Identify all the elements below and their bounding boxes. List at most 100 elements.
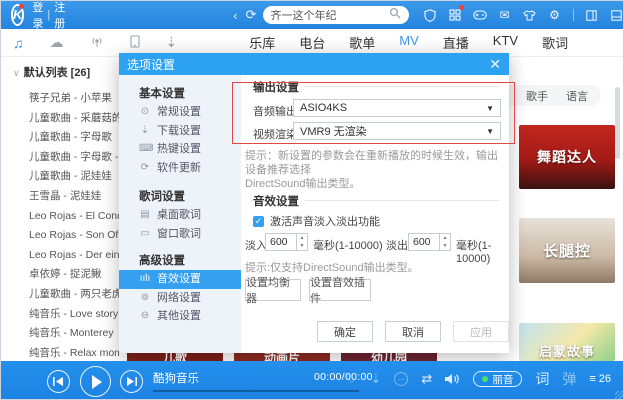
nav-software-update[interactable]: ⟳软件更新: [119, 159, 241, 178]
more-options-icon[interactable]: ⋯: [394, 372, 408, 386]
fade-in-stepper[interactable]: ▲▼: [265, 233, 308, 251]
stepper-arrows[interactable]: ▲▼: [296, 234, 307, 250]
search-icon[interactable]: [389, 6, 401, 24]
tab-radio[interactable]: 电台: [299, 33, 325, 52]
download-song-icon[interactable]: ⇣: [371, 371, 382, 387]
kugou-logo[interactable]: K: [11, 4, 24, 26]
back-icon[interactable]: ‹: [233, 8, 237, 23]
playlist-song[interactable]: 王雪晶 - 泥娃娃: [1, 187, 119, 207]
tab-lyrics[interactable]: 歌词: [542, 33, 568, 52]
tab-live[interactable]: 直播: [443, 33, 469, 52]
refresh-icon[interactable]: ⟳: [246, 7, 257, 23]
play-mode-icon[interactable]: ⇄: [421, 371, 432, 387]
nav-desktop-lyric[interactable]: ▤桌面歌词: [119, 206, 241, 225]
search-box[interactable]: [263, 6, 409, 24]
stepper-arrows[interactable]: ▲▼: [439, 234, 450, 250]
playlist-song[interactable]: Leo Rojas - El Condor Pasa: [1, 207, 119, 227]
playlist-song[interactable]: Leo Rojas - Der einsame ...: [1, 246, 119, 266]
local-music-icon[interactable]: ♫: [13, 35, 24, 51]
mv-thumbnail[interactable]: 儿歌: [127, 353, 223, 361]
audio-output-dropdown[interactable]: ASIO4KS ▼: [293, 99, 501, 117]
skin-shirt-icon[interactable]: [523, 8, 537, 22]
playlist-song[interactable]: 筷子兄弟 - 小苹果: [1, 89, 119, 109]
dialog-close-icon[interactable]: ✕: [489, 57, 501, 71]
fade-checkbox-row[interactable]: ✓ 激活声音淡入淡出功能: [253, 213, 380, 229]
device-icon[interactable]: [130, 35, 140, 51]
tab-music-library[interactable]: 乐库: [249, 33, 275, 52]
previous-track-button[interactable]: [47, 370, 70, 393]
logo-letter: K: [13, 7, 22, 22]
playlist-header[interactable]: ∨默认列表 [26]: [1, 63, 119, 83]
lyrics-toggle-button[interactable]: 词: [535, 369, 549, 389]
stepper-up-icon[interactable]: ▲: [297, 234, 307, 242]
resize-grip[interactable]: [615, 391, 623, 399]
apps-grid-icon[interactable]: [448, 8, 462, 22]
nav-network-settings[interactable]: ⊚网络设置: [119, 289, 241, 308]
mv-filter-singer[interactable]: 歌手: [526, 88, 548, 104]
current-track-title[interactable]: 酷狗音乐: [153, 370, 199, 386]
playlist-song[interactable]: 纯音乐 - Relax moments: [1, 344, 119, 361]
play-queue-button[interactable]: ≡ 26: [589, 373, 611, 385]
settings-gear-icon[interactable]: ⚙: [548, 8, 562, 22]
nav-hotkey-settings[interactable]: ⌨热键设置: [119, 140, 241, 159]
titlebar: K 登录 | 注册 ‹ ⟳: [1, 1, 624, 29]
message-icon[interactable]: ✉: [498, 8, 512, 22]
nav-sound-settings[interactable]: ıılı音效设置: [119, 270, 241, 289]
equalizer-button[interactable]: 设置均衡器: [245, 279, 301, 301]
tab-mv[interactable]: MV: [399, 33, 419, 52]
nav-window-lyric[interactable]: ▭窗口歌词: [119, 225, 241, 244]
mv-thumbnail[interactable]: 舞蹈达人: [519, 125, 615, 189]
mv-filter-language[interactable]: 语言: [566, 88, 588, 104]
stepper-down-icon[interactable]: ▼: [440, 242, 450, 250]
radio-icon[interactable]: [90, 35, 104, 51]
playlist-song[interactable]: 儿童歌曲 - 两只老虎: [1, 285, 119, 305]
playlist-song[interactable]: Leo Rojas - Son Of Ecuad...: [1, 226, 119, 246]
fade-out-stepper[interactable]: ▲▼: [408, 233, 451, 251]
stepper-up-icon[interactable]: ▲: [440, 234, 450, 242]
dock-panel-icon[interactable]: [585, 8, 599, 22]
nav-download-settings[interactable]: ⇣下载设置: [119, 122, 241, 141]
mini-mode-icon[interactable]: [610, 8, 624, 22]
search-input[interactable]: [271, 9, 389, 21]
playlist-song[interactable]: 儿童歌曲 - 采蘑菇的小姑娘: [1, 109, 119, 129]
mv-thumbnail[interactable]: 长腿控: [519, 218, 615, 283]
nav-other-settings[interactable]: ⊖其他设置: [119, 307, 241, 326]
playlist-song[interactable]: 纯音乐 - Love story: [1, 305, 119, 325]
cancel-button[interactable]: 取消: [385, 321, 441, 342]
cloud-icon[interactable]: ☁: [50, 34, 64, 51]
mv-thumbnail[interactable]: 动画片: [234, 353, 330, 361]
playlist-song[interactable]: 纯音乐 - Monterey: [1, 324, 119, 344]
apply-button[interactable]: 应用: [453, 321, 509, 342]
favorite-heart-icon[interactable]: ♡: [346, 371, 358, 387]
scrollbar-thumb[interactable]: [615, 87, 620, 159]
download-manager-icon[interactable]: ⇣: [166, 34, 178, 51]
game-icon[interactable]: [473, 8, 487, 22]
volume-icon[interactable]: [445, 373, 460, 385]
mv-thumbnail[interactable]: 启蒙故事: [519, 323, 615, 361]
tab-ktv[interactable]: KTV: [493, 33, 518, 52]
nav-label: 软件更新: [157, 159, 201, 178]
sound-plugin-button[interactable]: 设置音效插件: [309, 279, 371, 301]
progress-bar[interactable]: [153, 390, 359, 392]
video-render-dropdown[interactable]: VMR9 无渲染 ▼: [293, 122, 501, 140]
sound-tip: 提示:仅支持DirectSound输出类型。: [245, 261, 419, 275]
nav-general-settings[interactable]: ⊙常规设置: [119, 103, 241, 122]
fade-in-input[interactable]: [266, 234, 296, 250]
register-link[interactable]: 注册: [54, 0, 65, 31]
checkbox-checked-icon[interactable]: ✓: [253, 216, 264, 227]
tab-songlist[interactable]: 歌单: [349, 33, 375, 52]
liyin-sound-effect-toggle[interactable]: 丽音: [473, 371, 522, 387]
play-button[interactable]: [80, 366, 111, 397]
login-link[interactable]: 登录: [32, 0, 43, 31]
playlist-song[interactable]: 儿童歌曲 - 字母歌 - 单曲版: [1, 148, 119, 168]
stepper-down-icon[interactable]: ▼: [297, 242, 307, 250]
playlist-song[interactable]: 卓依婷 - 捉泥鳅: [1, 265, 119, 285]
music-id-shield-icon[interactable]: [423, 8, 437, 22]
fade-out-input[interactable]: [409, 234, 439, 250]
ok-button[interactable]: 确定: [317, 321, 373, 342]
next-track-button[interactable]: [120, 370, 143, 393]
danmaku-toggle-button[interactable]: 弹: [562, 369, 576, 389]
playlist-song[interactable]: 儿童歌曲 - 泥娃娃: [1, 167, 119, 187]
playlist-song[interactable]: 儿童歌曲 - 字母歌: [1, 128, 119, 148]
mv-thumbnail[interactable]: 幼儿园: [341, 353, 437, 361]
